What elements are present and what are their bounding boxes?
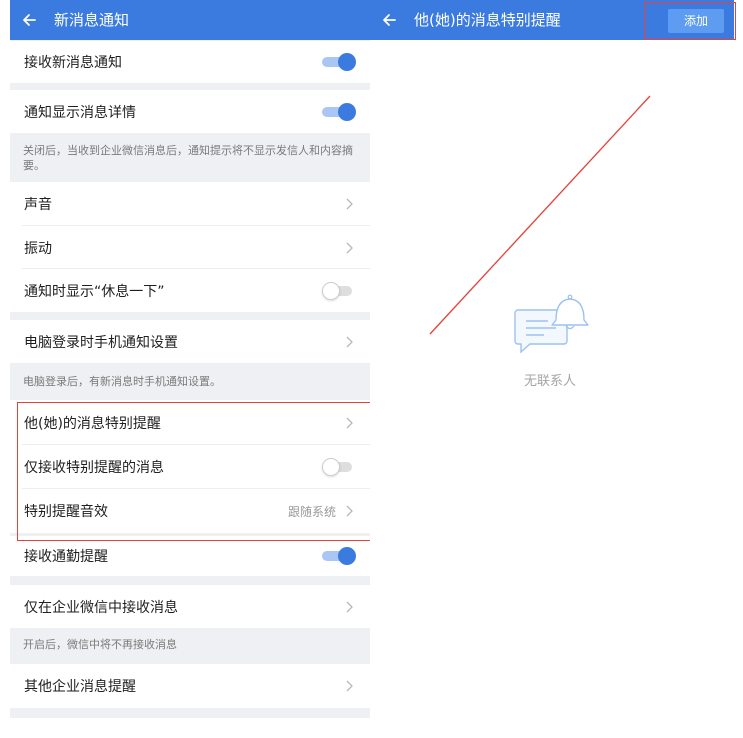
annotation-line [429, 95, 651, 335]
